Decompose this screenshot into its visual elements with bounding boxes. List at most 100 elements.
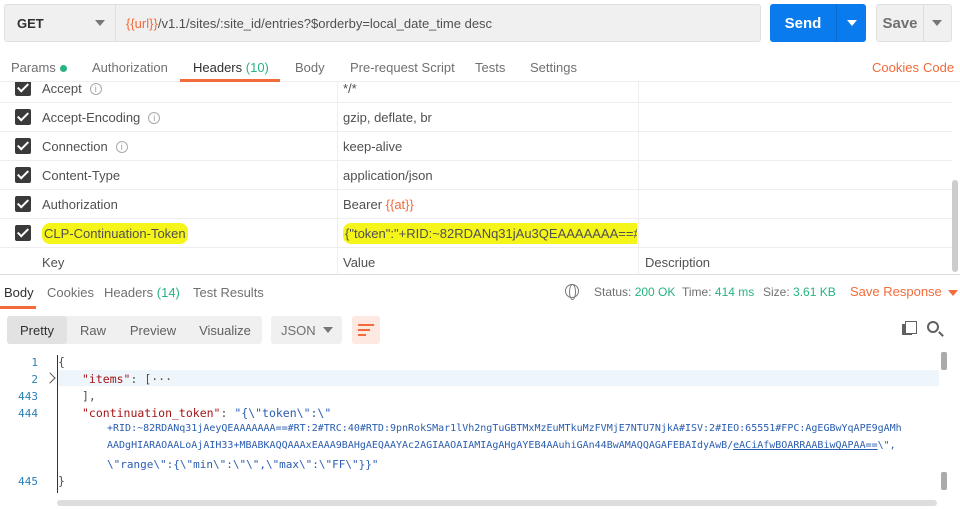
- params-indicator-dot: [59, 65, 67, 73]
- checkbox[interactable]: [15, 138, 31, 154]
- response-body-code[interactable]: 1 2 443 444 445 { "items": [··· ], "cont…: [0, 352, 948, 502]
- header-value[interactable]: */*: [343, 82, 637, 103]
- table-row-new: Key Value Description: [0, 248, 952, 274]
- key-placeholder[interactable]: Key: [42, 248, 336, 274]
- url-input[interactable]: {{url}}/v1.1/sites/:site_id/entries?$ord…: [116, 4, 761, 42]
- code-line-wrapped: \"range\":{\"min\":\"\",\"max\":\"FF\"}}…: [107, 458, 379, 471]
- send-button[interactable]: Send: [770, 4, 866, 42]
- header-value[interactable]: application/json: [343, 161, 637, 190]
- pretty-button[interactable]: Pretty: [7, 316, 67, 344]
- description-placeholder[interactable]: Description: [645, 248, 945, 274]
- copy-icon[interactable]: [902, 321, 917, 335]
- tab-settings[interactable]: Settings: [530, 60, 577, 75]
- json-key: "items": [82, 372, 131, 386]
- highlighted-key: CLP-Continuation-Token: [42, 223, 188, 244]
- save-dropdown-icon[interactable]: [932, 20, 942, 26]
- code-line: {: [58, 355, 65, 369]
- code-link[interactable]: Code: [923, 60, 954, 75]
- preview-button[interactable]: Preview: [123, 316, 183, 344]
- code-horizontal-scrollbar[interactable]: [57, 500, 937, 506]
- tab-headers[interactable]: Headers (10): [193, 60, 269, 75]
- response-tab-body[interactable]: Body: [4, 285, 34, 300]
- table-row: Content-Type application/json: [0, 161, 952, 190]
- tab-pre-request-label: Pre-request Script: [350, 60, 455, 75]
- header-key[interactable]: CLP-Continuation-Token: [42, 219, 336, 248]
- status-value: 200 OK: [634, 285, 676, 299]
- json-key: "continuation_token": [82, 406, 221, 420]
- header-key[interactable]: Accept i: [42, 82, 336, 103]
- line-number: 2: [31, 373, 38, 386]
- header-value-prefix: Bearer: [343, 197, 386, 212]
- header-key-text: Accept-Encoding: [42, 110, 141, 125]
- globe-icon[interactable]: [565, 284, 579, 300]
- header-value[interactable]: gzip, deflate, br: [343, 103, 637, 132]
- header-key-text: Connection: [42, 139, 108, 154]
- line-number: 445: [18, 475, 38, 488]
- tab-headers-count: (10): [245, 60, 269, 75]
- indent-guide: [57, 355, 58, 493]
- table-row: Connection i keep-alive: [0, 132, 952, 161]
- tab-body-label: Body: [295, 60, 325, 75]
- format-value: JSON: [281, 322, 316, 338]
- checkbox[interactable]: [15, 82, 31, 96]
- save-button[interactable]: Save: [876, 4, 952, 42]
- info-icon[interactable]: i: [148, 111, 161, 124]
- info-icon[interactable]: i: [115, 140, 128, 153]
- method-select[interactable]: GET: [4, 4, 116, 42]
- checkbox[interactable]: [15, 196, 31, 212]
- tab-params[interactable]: Params: [11, 60, 67, 75]
- checkbox[interactable]: [15, 225, 31, 241]
- tab-params-label: Params: [11, 60, 56, 75]
- code-scrollbar-bottom[interactable]: [941, 472, 947, 490]
- current-line-highlight: [57, 370, 939, 386]
- url-path: /v1.1/sites/:site_id/entries?$orderby=lo…: [157, 15, 493, 31]
- header-key[interactable]: Content-Type: [42, 161, 336, 190]
- line-number: 443: [18, 390, 38, 403]
- header-value[interactable]: {"token":"+RID:~82RDANq31jAu3QEAAAAAAA==…: [343, 219, 637, 248]
- header-key[interactable]: Connection i: [42, 132, 336, 161]
- method-value: GET: [17, 15, 44, 31]
- visualize-button[interactable]: Visualize: [189, 316, 261, 344]
- active-tab-underline: [0, 306, 36, 309]
- tab-headers-label: Headers: [193, 60, 243, 75]
- line-number: 1: [31, 356, 38, 369]
- raw-button[interactable]: Raw: [69, 316, 117, 344]
- chevron-down-icon: [95, 20, 105, 26]
- checkbox[interactable]: [15, 109, 31, 125]
- table-row: Accept-Encoding i gzip, deflate, br: [0, 103, 952, 132]
- response-tab-headers-label: Headers: [104, 285, 154, 300]
- status-readout: Status: 200 OK: [594, 285, 675, 299]
- header-key[interactable]: Authorization: [42, 190, 336, 219]
- headers-scrollbar[interactable]: [952, 180, 958, 272]
- tab-authorization[interactable]: Authorization: [92, 60, 168, 75]
- checkbox[interactable]: [15, 167, 31, 183]
- chevron-right-icon[interactable]: [44, 372, 56, 384]
- wrap-lines-button[interactable]: [352, 316, 380, 344]
- send-dropdown-icon[interactable]: [847, 20, 857, 26]
- wrap-icon-line: [358, 324, 374, 326]
- json-collapsed[interactable]: : [···: [130, 372, 172, 386]
- table-row: Accept i */*: [0, 82, 952, 103]
- tab-body[interactable]: Body: [295, 60, 325, 75]
- header-key[interactable]: Accept-Encoding i: [42, 103, 336, 132]
- time-label: Time:: [682, 285, 712, 299]
- tab-settings-label: Settings: [530, 60, 577, 75]
- response-tab-cookies[interactable]: Cookies: [47, 285, 94, 300]
- cookies-link[interactable]: Cookies: [872, 60, 919, 75]
- format-select[interactable]: JSON: [271, 316, 342, 344]
- json-colon: :: [220, 406, 235, 420]
- tab-tests[interactable]: Tests: [475, 60, 505, 75]
- info-icon[interactable]: i: [89, 82, 102, 95]
- headers-table: Accept i */* Accept-Encoding i gzip, defla…: [0, 82, 952, 274]
- json-string: AADgHIARAOAALoAjAIH33+MBABKAQQAAAxEAAA9B…: [107, 440, 734, 451]
- code-scrollbar-top[interactable]: [941, 352, 947, 370]
- tab-pre-request-script[interactable]: Pre-request Script: [350, 60, 455, 75]
- response-tab-test-results[interactable]: Test Results: [193, 285, 264, 300]
- save-response-button[interactable]: Save Response: [850, 284, 958, 299]
- header-value[interactable]: keep-alive: [343, 132, 637, 161]
- value-placeholder[interactable]: Value: [343, 248, 637, 274]
- search-icon[interactable]: [927, 321, 939, 333]
- response-tab-headers[interactable]: Headers (14): [104, 285, 180, 300]
- header-value-variable: {{at}}: [385, 197, 414, 212]
- header-value[interactable]: Bearer {{at}}: [343, 190, 637, 219]
